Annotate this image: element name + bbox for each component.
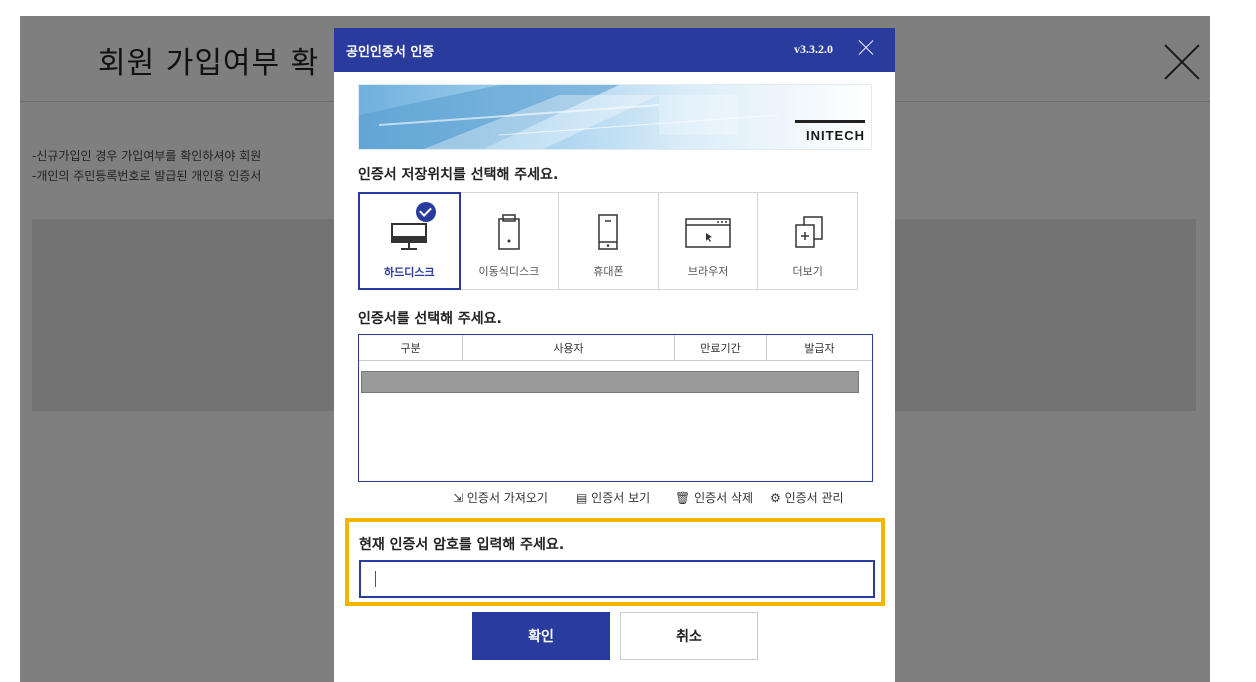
location-label: 이동식디스크 [478, 265, 540, 278]
logo-bar [795, 120, 865, 123]
manage-cert-button[interactable]: ⚙ 인증서 관리 [770, 489, 844, 506]
text-caret [375, 571, 376, 587]
dialog-version: v3.3.2.0 [794, 42, 833, 56]
phone-icon [598, 214, 619, 250]
storage-location-selector: 하드디스크 이동식디스크 휴대폰 브라우저 더보기 [358, 192, 858, 290]
location-label: 브라우저 [687, 265, 729, 278]
trash-icon: 🗑 [675, 491, 695, 505]
view-icon: ▤ [576, 491, 592, 505]
usb-drive-icon [498, 214, 520, 250]
column-header: 발급자 [804, 341, 835, 355]
cert-prompt: 인증서를 선택해 주세요. [358, 311, 502, 327]
column-header: 구분 [359, 335, 463, 360]
password-highlight-box: 현재 인증서 암호를 입력해 주세요. [345, 518, 885, 606]
location-browser[interactable]: 브라우저 [659, 193, 759, 289]
table-header: 구분 사용자 만료기간 발급자 [359, 335, 872, 361]
table-row[interactable] [361, 371, 859, 393]
banner-graphic [359, 85, 780, 149]
certificate-table: 구분 사용자 만료기간 발급자 [358, 334, 873, 482]
certificate-actions: ⇲ 인증서 가져오기 ▤ 인증서 보기 🗑 인증서 삭제 ⚙ 인증서 관리 [358, 486, 873, 510]
password-prompt: 현재 인증서 암호를 입력해 주세요. [359, 537, 565, 553]
gear-icon: ⚙ [770, 491, 785, 505]
location-hard-disk[interactable]: 하드디스크 [358, 192, 461, 290]
action-label: 인증서 보기 [591, 491, 651, 505]
initech-logo: INITECH [806, 128, 865, 143]
import-cert-button[interactable]: ⇲ 인증서 가져오기 [453, 489, 548, 506]
action-label: 인증서 관리 [784, 491, 844, 505]
view-cert-button[interactable]: ▤ 인증서 보기 [576, 489, 650, 506]
location-label: 하드디스크 [383, 266, 435, 279]
password-input[interactable] [359, 560, 875, 598]
cancel-button[interactable]: 취소 [620, 612, 758, 660]
action-label: 인증서 가져오기 [466, 491, 548, 505]
location-label: 더보기 [792, 265, 823, 278]
location-prompt: 인증서 저장위치를 선택해 주세요. [358, 167, 559, 183]
import-icon: ⇲ [453, 491, 467, 505]
location-more[interactable]: 더보기 [758, 193, 857, 289]
location-phone[interactable]: 휴대폰 [559, 193, 659, 289]
check-icon [416, 202, 436, 222]
action-label: 인증서 삭제 [694, 491, 754, 505]
dialog-close-icon[interactable] [858, 40, 874, 56]
more-icon [794, 216, 823, 248]
certificate-dialog: 공인인증서 인증 v3.3.2.0 INITECH 인증서 저장위치를 선택해 … [334, 28, 895, 682]
initech-banner: INITECH [358, 84, 872, 150]
confirm-button[interactable]: 확인 [472, 612, 610, 660]
browser-icon [685, 218, 731, 248]
column-header: 만료기간 [675, 335, 767, 360]
location-removable-disk[interactable]: 이동식디스크 [460, 193, 560, 289]
column-header: 사용자 [463, 335, 675, 360]
location-label: 휴대폰 [593, 265, 624, 278]
dialog-titlebar: 공인인증서 인증 v3.3.2.0 [334, 28, 895, 72]
dialog-title: 공인인증서 인증 [346, 45, 435, 60]
delete-cert-button[interactable]: 🗑 인증서 삭제 [675, 489, 753, 506]
